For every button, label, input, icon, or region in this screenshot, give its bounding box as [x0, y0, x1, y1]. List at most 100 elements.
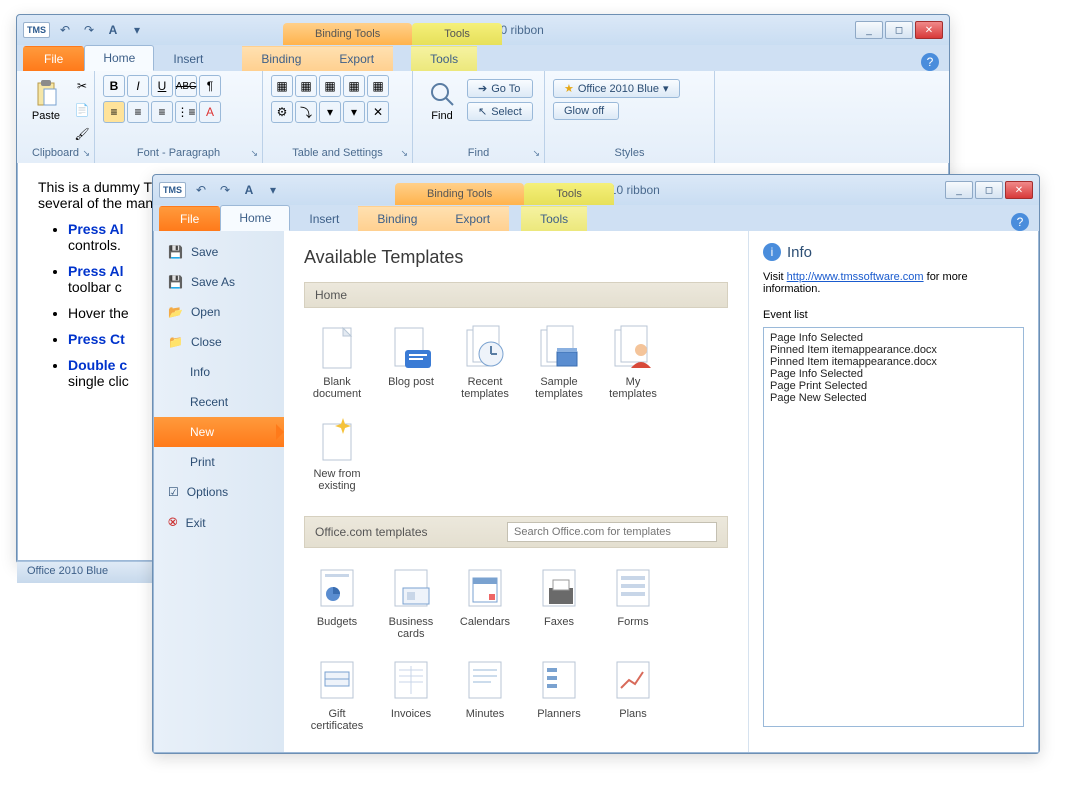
close-button[interactable]: ✕: [1005, 181, 1033, 199]
fontpar-launcher[interactable]: ↘: [250, 148, 258, 159]
table-btn-5[interactable]: ▦: [367, 75, 389, 97]
tmpl-faxes[interactable]: Faxes: [530, 564, 588, 640]
paste-button[interactable]: Paste: [25, 75, 67, 125]
help-icon[interactable]: ?: [1011, 213, 1029, 231]
maximize-button[interactable]: ◻: [975, 181, 1003, 199]
qat-dropdown[interactable]: ▾: [264, 181, 282, 199]
tmpl-more[interactable]: More: [308, 748, 366, 752]
table-btn-3[interactable]: ▦: [319, 75, 341, 97]
tmpl-blog[interactable]: Blog post: [382, 324, 440, 400]
tool-btn-2[interactable]: ⤵: [295, 101, 317, 123]
nav-open[interactable]: 📂Open: [154, 297, 284, 327]
italic-button[interactable]: I: [127, 75, 149, 97]
event-list[interactable]: Page Info Selected Pinned Item itemappea…: [763, 327, 1024, 727]
recent-icon: [461, 324, 509, 372]
tab-binding[interactable]: Binding: [358, 206, 436, 231]
blank-doc-icon: [313, 324, 361, 372]
help-icon[interactable]: ?: [921, 53, 939, 71]
align-center-button[interactable]: ≡: [127, 101, 149, 123]
align-left-button[interactable]: ≡: [103, 101, 125, 123]
tab-home[interactable]: Home: [220, 205, 290, 231]
table-launcher[interactable]: ↘: [400, 148, 408, 159]
tmpl-bizcards[interactable]: Business cards: [382, 564, 440, 640]
font-a-button[interactable]: A: [240, 181, 258, 199]
qat-dropdown[interactable]: ▾: [128, 21, 146, 39]
cut-button[interactable]: ✂: [71, 75, 93, 97]
tmpl-invoices[interactable]: Invoices: [382, 656, 440, 732]
tmpl-blank[interactable]: Blank document: [308, 324, 366, 400]
copy-button[interactable]: 📄: [71, 99, 93, 121]
bold-button[interactable]: B: [103, 75, 125, 97]
nav-new[interactable]: New: [154, 417, 284, 447]
redo-button[interactable]: ↷: [80, 21, 98, 39]
font-color-button[interactable]: A: [199, 101, 221, 123]
tmpl-plans[interactable]: Plans: [604, 656, 662, 732]
tool-btn-4[interactable]: ▾: [343, 101, 365, 123]
nav-info[interactable]: Info: [154, 357, 284, 387]
table-btn-2[interactable]: ▦: [295, 75, 317, 97]
nav-save[interactable]: 💾Save: [154, 237, 284, 267]
tab-insert[interactable]: Insert: [290, 206, 358, 231]
nav-saveas[interactable]: 💾Save As: [154, 267, 284, 297]
tool-btn-5[interactable]: ✕: [367, 101, 389, 123]
tab-insert[interactable]: Insert: [154, 46, 222, 71]
strike-button[interactable]: ABC: [175, 75, 197, 97]
close-button[interactable]: ✕: [915, 21, 943, 39]
tmpl-newfrom[interactable]: New from existing: [308, 416, 366, 492]
nav-close[interactable]: 📁Close: [154, 327, 284, 357]
tms-link[interactable]: http://www.tmssoftware.com: [787, 271, 924, 283]
select-button[interactable]: ↖ Select: [467, 102, 533, 121]
tab-tools[interactable]: Tools: [521, 206, 587, 231]
tmpl-forms[interactable]: Forms: [604, 564, 662, 640]
align-right-button[interactable]: ≡: [151, 101, 173, 123]
group-font-paragraph: B I U ABC ¶ ≡ ≡ ≡ ⋮≡ A Font - Paragraph …: [95, 71, 263, 163]
find-launcher[interactable]: ↘: [532, 148, 540, 159]
quick-access-toolbar: ↶ ↷ A ▾: [56, 21, 146, 39]
theme-dropdown[interactable]: ★Office 2010 Blue ▾: [553, 79, 680, 98]
goto-button[interactable]: ➔ Go To: [467, 79, 533, 98]
nav-exit[interactable]: ⮿Exit: [154, 507, 284, 538]
nav-recent[interactable]: Recent: [154, 387, 284, 417]
tmpl-planners[interactable]: Planners: [530, 656, 588, 732]
save-icon: 💾: [168, 245, 183, 259]
redo-button[interactable]: ↷: [216, 181, 234, 199]
nav-print[interactable]: Print: [154, 447, 284, 477]
format-painter-button[interactable]: 🖌: [71, 123, 93, 145]
undo-button[interactable]: ↶: [192, 181, 210, 199]
tab-home[interactable]: Home: [84, 45, 154, 71]
tmpl-minutes[interactable]: Minutes: [456, 656, 514, 732]
table-btn-4[interactable]: ▦: [343, 75, 365, 97]
tab-binding[interactable]: Binding: [242, 46, 320, 71]
tab-tools[interactable]: Tools: [411, 46, 477, 71]
clipboard-launcher[interactable]: ↘: [82, 148, 90, 159]
bullets-button[interactable]: ⋮≡: [175, 101, 197, 123]
tab-file[interactable]: File: [159, 206, 220, 231]
glow-button[interactable]: Glow off: [553, 102, 619, 120]
minimize-button[interactable]: _: [945, 181, 973, 199]
tab-export[interactable]: Export: [436, 206, 509, 231]
pilcrow-button[interactable]: ¶: [199, 75, 221, 97]
ribbon-tabs-front: File Home Insert Binding Export Tools ?: [153, 205, 1039, 231]
minimize-button[interactable]: _: [855, 21, 883, 39]
tmpl-sample[interactable]: Sample templates: [530, 324, 588, 400]
table-btn-1[interactable]: ▦: [271, 75, 293, 97]
quick-access-toolbar: ↶ ↷ A ▾: [192, 181, 282, 199]
tmpl-budgets[interactable]: Budgets: [308, 564, 366, 640]
underline-button[interactable]: U: [151, 75, 173, 97]
maximize-button[interactable]: ◻: [885, 21, 913, 39]
tab-file[interactable]: File: [23, 46, 84, 71]
tool-btn-3[interactable]: ▾: [319, 101, 341, 123]
tmpl-recent[interactable]: Recent templates: [456, 324, 514, 400]
find-button[interactable]: Find: [421, 75, 463, 125]
tmpl-my[interactable]: My templates: [604, 324, 662, 400]
undo-button[interactable]: ↶: [56, 21, 74, 39]
tmpl-gift[interactable]: Gift certificates: [308, 656, 366, 732]
nav-options[interactable]: ☑Options: [154, 477, 284, 507]
font-a-button[interactable]: A: [104, 21, 122, 39]
tool-btn-1[interactable]: ⚙: [271, 101, 293, 123]
tmpl-calendars[interactable]: Calendars: [456, 564, 514, 640]
invoices-icon: [387, 656, 435, 704]
tab-export[interactable]: Export: [320, 46, 393, 71]
search-templates-input[interactable]: [507, 522, 717, 542]
context-binding-tools: Binding Tools: [283, 23, 412, 45]
